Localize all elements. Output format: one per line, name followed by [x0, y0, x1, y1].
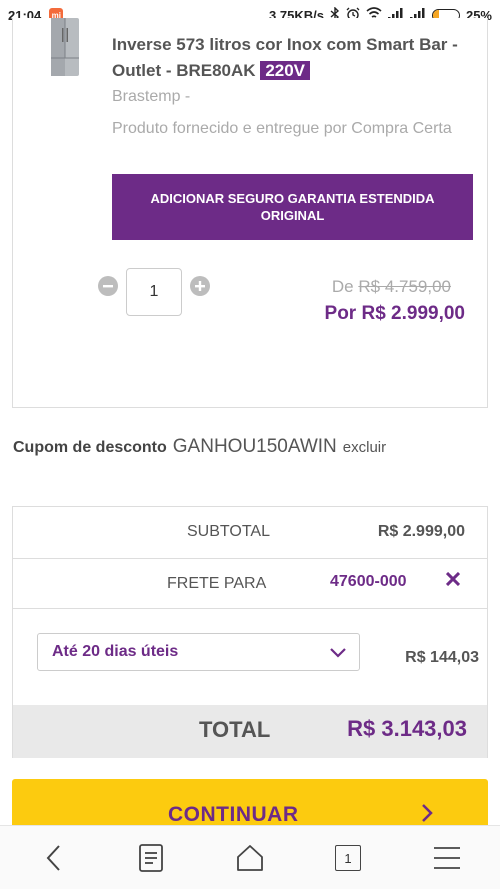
plus-icon[interactable]: [190, 276, 210, 296]
shipping-option-value: Até 20 dias úteis: [52, 643, 179, 660]
coupon-remove-link[interactable]: excluir: [343, 439, 386, 456]
continue-label: CONTINUAR: [168, 803, 299, 826]
coupon-label: Cupom de desconto: [13, 439, 167, 456]
subtotal-row: SUBTOTAL R$ 2.999,00: [13, 507, 487, 559]
subtotal-value: R$ 2.999,00: [377, 523, 465, 540]
shipping-price: R$ 144,03: [405, 649, 479, 666]
price-old-prefix: De: [331, 277, 354, 296]
shipping-cep[interactable]: 47600-000: [330, 573, 407, 591]
order-summary: SUBTOTAL R$ 2.999,00 FRETE PARA 47600-00…: [12, 506, 488, 758]
chevron-right-icon: [420, 803, 434, 826]
product-title[interactable]: Inverse 573 litros cor Inox com Smart Ba…: [112, 32, 472, 84]
shipping-label: FRETE PARA: [167, 575, 267, 592]
browser-nav-bar: 1: [0, 825, 500, 889]
product-image[interactable]: [43, 18, 87, 78]
home-icon[interactable]: [232, 840, 268, 876]
menu-icon[interactable]: [429, 840, 465, 876]
price-new: Por R$ 2.999,00: [324, 303, 465, 324]
bookmarks-icon[interactable]: [133, 840, 169, 876]
shipping-row: FRETE PARA 47600-000: [13, 559, 487, 609]
tabs-icon[interactable]: 1: [330, 840, 366, 876]
price-old-value: R$ 4.759,00: [358, 277, 451, 296]
voltage-badge: 220V: [260, 61, 311, 80]
coupon-code: GANHOU150AWIN: [172, 436, 337, 457]
total-row: TOTAL R$ 3.143,03: [13, 705, 487, 758]
price-old: De R$ 4.759,00: [332, 277, 451, 297]
minus-icon[interactable]: [98, 276, 118, 296]
coupon-row: Cupom de desconto GANHOU150AWIN excluir: [13, 436, 386, 458]
total-value: R$ 3.143,03: [347, 716, 467, 741]
cart-item: Inverse 573 litros cor Inox com Smart Ba…: [12, 18, 488, 408]
total-label: TOTAL: [199, 717, 271, 742]
chevron-down-icon: [329, 643, 347, 666]
add-warranty-button[interactable]: ADICIONAR SEGURO GARANTIA ESTENDIDA ORIG…: [112, 174, 473, 240]
close-icon[interactable]: [445, 569, 461, 592]
subtotal-label: SUBTOTAL: [187, 523, 270, 540]
quantity-input[interactable]: [126, 268, 182, 316]
shipping-option-select[interactable]: Até 20 dias úteis: [37, 633, 360, 671]
tab-count: 1: [335, 845, 361, 871]
product-brand: Brastemp -: [112, 88, 191, 105]
back-icon[interactable]: [36, 840, 72, 876]
supplier-note: Produto fornecido e entregue por Compra …: [112, 120, 452, 137]
